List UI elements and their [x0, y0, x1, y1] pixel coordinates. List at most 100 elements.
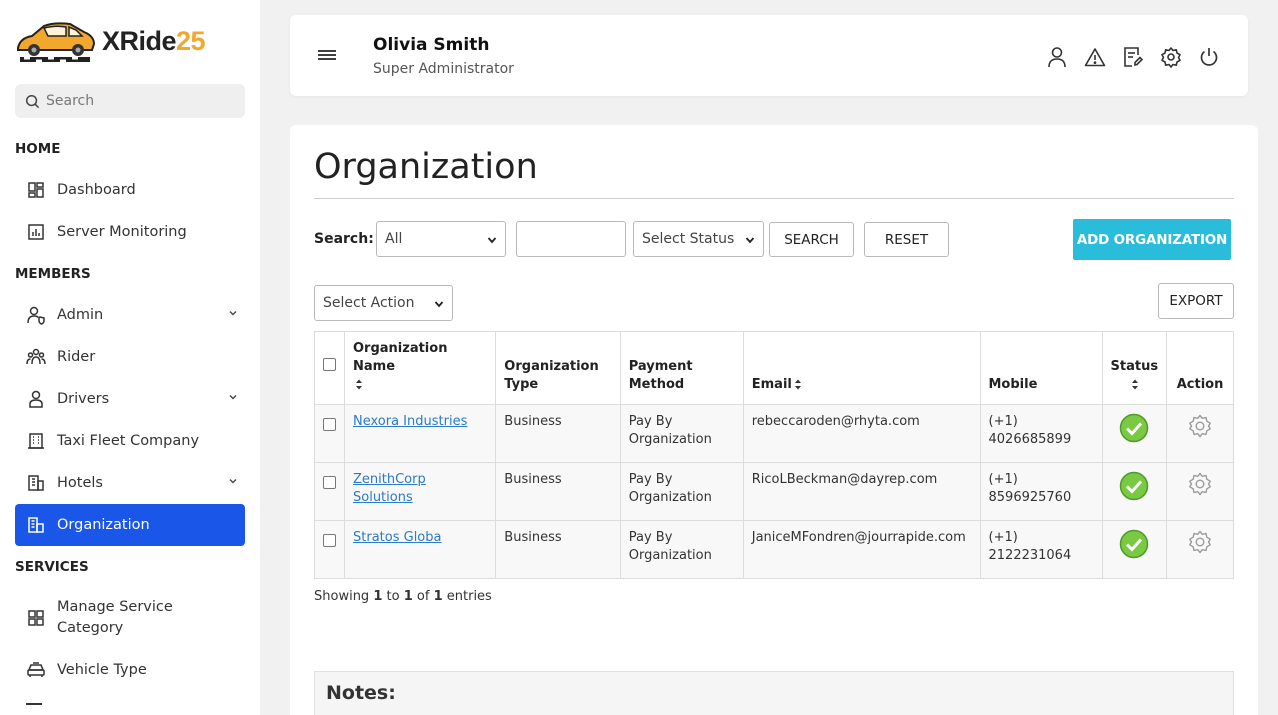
sidebar-item-label: Rider: [57, 349, 96, 365]
showing-suffix: entries: [446, 589, 492, 604]
sidebar-search[interactable]: [15, 84, 245, 118]
add-organization-button[interactable]: ADD ORGANIZATION: [1073, 219, 1231, 260]
organization-icon: [25, 514, 47, 536]
bulk-action-select-value: Select Action: [323, 295, 415, 311]
search-field-select[interactable]: All: [376, 221, 506, 257]
warning-icon[interactable]: [1083, 45, 1106, 68]
export-button[interactable]: EXPORT: [1158, 283, 1234, 319]
sidebar-item-hotels[interactable]: Hotels: [15, 462, 245, 504]
sidebar-item-rider[interactable]: Rider: [15, 336, 245, 378]
active-status-icon[interactable]: [1119, 529, 1149, 559]
showing-prefix: Showing: [314, 589, 370, 604]
bulk-action-select[interactable]: Select Action: [314, 285, 453, 321]
active-status-icon[interactable]: [1119, 413, 1149, 443]
organization-link[interactable]: Stratos Globa: [353, 530, 441, 545]
col-label: Organization Name: [353, 341, 448, 374]
top-header: Olivia Smith Super Administrator: [290, 15, 1248, 96]
edit-document-icon[interactable]: [1121, 45, 1144, 68]
cell-mobile: (+1) 8596925760: [979, 462, 1103, 521]
building-icon: [25, 430, 47, 452]
sidebar-item-dashboard[interactable]: Dashboard: [15, 169, 245, 211]
cell-type: Business: [495, 404, 621, 463]
search-icon: [25, 94, 40, 108]
sidebar-item-label: Taxi Fleet Company: [57, 433, 200, 449]
sidebar-search-input[interactable]: [46, 93, 236, 109]
organization-link[interactable]: Nexora Industries: [353, 414, 467, 429]
notes-panel: Notes:: [314, 671, 1234, 715]
cell-action: [1166, 404, 1234, 463]
organization-link[interactable]: ZenithCorp Solutions: [353, 472, 426, 505]
search-text-input[interactable]: [516, 221, 626, 257]
sidebar-item-label: Admin: [57, 307, 104, 323]
sort-icon: [794, 379, 801, 390]
row-settings-gear-icon[interactable]: [1187, 413, 1213, 439]
sidebar-item-admin[interactable]: Admin: [15, 294, 245, 336]
search-button[interactable]: SEARCH: [769, 222, 854, 257]
sidebar-item-label: Server Monitoring: [57, 224, 187, 240]
sidebar: XRide25 HOME Dashboard Server Monitoring…: [0, 0, 260, 715]
dashboard-icon: [25, 179, 47, 201]
section-services: SERVICES: [15, 559, 89, 575]
sidebar-item-drivers[interactable]: Drivers: [15, 378, 245, 420]
sidebar-next-item-icon: [26, 703, 42, 705]
select-all-cell: [314, 331, 345, 405]
row-checkbox[interactable]: [323, 476, 336, 489]
settings-gear-icon[interactable]: [1159, 45, 1182, 68]
cell-name: Stratos Globa: [343, 520, 497, 579]
search-label: Search:: [314, 231, 374, 247]
sidebar-item-server-monitoring[interactable]: Server Monitoring: [15, 211, 245, 253]
cell-name: Nexora Industries: [343, 404, 497, 463]
power-icon[interactable]: [1197, 45, 1220, 68]
brand-name: XRide25: [102, 25, 206, 56]
row-checkbox[interactable]: [323, 418, 336, 431]
row-select-cell: [314, 404, 345, 463]
grid-icon: [25, 607, 47, 629]
section-home: HOME: [15, 141, 61, 157]
profile-icon[interactable]: [1045, 45, 1068, 68]
sidebar-item-label: Vehicle Type: [57, 662, 147, 678]
cell-mobile: (+1) 4026685899: [979, 404, 1103, 463]
showing-to-word: to: [386, 589, 400, 604]
notes-title: Notes:: [326, 682, 396, 704]
col-organization-name[interactable]: Organization Name: [343, 331, 497, 405]
user-icon: [25, 388, 47, 410]
chevron-down-icon: [229, 479, 237, 484]
col-status[interactable]: Status: [1101, 331, 1168, 405]
cell-type: Business: [495, 462, 621, 521]
search-field-select-value: All: [385, 231, 403, 247]
cell-status: [1101, 520, 1168, 579]
row-settings-gear-icon[interactable]: [1187, 471, 1213, 497]
sidebar-item-label: Dashboard: [57, 182, 136, 198]
sidebar-item-vehicle-type[interactable]: Vehicle Type: [15, 649, 245, 691]
cell-action: [1166, 462, 1234, 521]
sidebar-item-taxi-fleet-company[interactable]: Taxi Fleet Company: [15, 420, 245, 462]
organization-table: Organization Name Organization Type Paym…: [314, 331, 1234, 579]
hamburger-menu-icon[interactable]: [317, 47, 337, 63]
showing-from: 1: [373, 589, 383, 604]
showing-to: 1: [403, 589, 413, 604]
status-select[interactable]: Select Status: [633, 221, 764, 257]
section-members: MEMBERS: [15, 266, 91, 282]
sidebar-item-manage-service-category[interactable]: Manage Service Category: [15, 593, 245, 643]
cell-type: Business: [495, 520, 621, 579]
user-role: Super Administrator: [373, 61, 514, 77]
row-checkbox[interactable]: [323, 534, 336, 547]
select-all-checkbox[interactable]: [323, 357, 336, 371]
row-settings-gear-icon[interactable]: [1187, 529, 1213, 555]
cell-status: [1101, 404, 1168, 463]
sidebar-item-organization[interactable]: Organization: [15, 504, 245, 546]
showing-total: 1: [433, 589, 443, 604]
reset-button[interactable]: RESET: [864, 222, 949, 257]
cell-mobile: (+1) 2122231064: [979, 520, 1103, 579]
col-organization-type: Organization Type: [495, 331, 621, 405]
col-label: Status: [1110, 359, 1159, 374]
cell-payment: Pay By Organization: [619, 520, 744, 579]
cell-email: RicoLBeckman@dayrep.com: [742, 462, 981, 521]
sort-icon: [1132, 379, 1139, 390]
col-email[interactable]: Email: [742, 331, 981, 405]
active-status-icon[interactable]: [1119, 471, 1149, 501]
table-row: ZenithCorp Solutions Business Pay By Org…: [314, 462, 1234, 521]
sidebar-item-label: Manage Service Category: [57, 599, 173, 636]
brand-logo[interactable]: XRide25: [14, 18, 206, 64]
title-divider: [314, 198, 1234, 199]
